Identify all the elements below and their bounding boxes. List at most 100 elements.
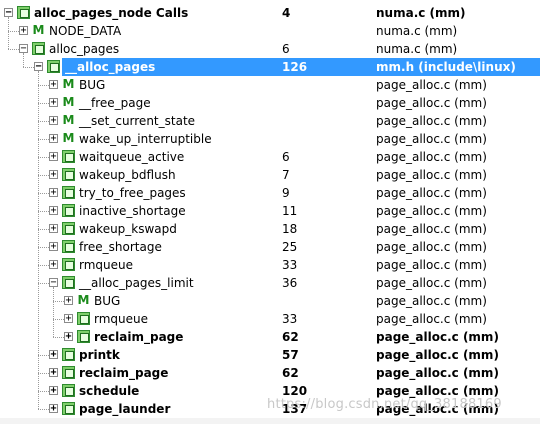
row-name: free_shortage — [79, 240, 162, 254]
row-name: reclaim_page — [94, 330, 184, 344]
tree-row[interactable]: + printk 57 page_alloc.c (mm) — [0, 346, 540, 364]
collapse-icon[interactable]: − — [4, 8, 13, 18]
tree-connector — [38, 103, 49, 104]
row-file: numa.c (mm) — [376, 24, 458, 38]
tree-row[interactable]: + M __set_current_state page_alloc.c (mm) — [0, 112, 540, 130]
tree-connector — [38, 211, 49, 212]
expand-icon[interactable]: + — [64, 296, 73, 306]
row-name: schedule — [79, 384, 140, 398]
tree-row[interactable]: + Mwake_up_interruptible page_alloc.c (mm) — [0, 130, 540, 148]
row-calls: 9 — [282, 186, 290, 200]
expand-icon[interactable]: + — [64, 332, 73, 342]
row-file: page_alloc.c (mm) — [376, 294, 487, 308]
macro-icon: M — [77, 293, 90, 307]
function-icon — [62, 384, 75, 397]
tree-row[interactable]: + waitqueue_active 6 page_alloc.c (mm) — [0, 148, 540, 166]
row-file: page_alloc.c (mm) — [376, 204, 487, 218]
tree-row[interactable]: + wakeup_kswapd 18 page_alloc.c (mm) — [0, 220, 540, 238]
collapse-icon[interactable]: − — [34, 62, 43, 72]
row-name: alloc_pages_node Calls — [34, 6, 189, 20]
tree-row[interactable]: + M NODE_DATA numa.c (mm) — [0, 22, 540, 40]
tree-connector — [53, 301, 64, 302]
row-calls: 57 — [282, 348, 299, 362]
function-icon — [62, 150, 75, 163]
expand-icon[interactable]: + — [49, 404, 58, 414]
row-file: page_alloc.c (mm) — [376, 348, 499, 362]
row-file: page_alloc.c (mm) — [376, 330, 499, 344]
tree-row[interactable]: + reclaim_page 62 page_alloc.c (mm) — [0, 364, 540, 382]
collapse-icon[interactable]: − — [19, 44, 28, 54]
expand-icon[interactable]: + — [49, 98, 58, 108]
tree-row[interactable]: + M __free_page page_alloc.c (mm) — [0, 94, 540, 112]
tree-row[interactable]: − __alloc_pages_limit 36 page_alloc.c (mm) — [0, 274, 540, 292]
expand-icon[interactable]: + — [49, 116, 58, 126]
tree-connector — [38, 193, 49, 194]
tree-connector — [38, 139, 49, 140]
tree-connector — [38, 85, 49, 86]
tree-row[interactable]: + M BUG page_alloc.c (mm) — [0, 292, 540, 310]
row-calls: 33 — [282, 258, 298, 272]
tree-guide — [53, 287, 54, 337]
tree-row[interactable]: + try_to_free_pages 9 page_alloc.c (mm) — [0, 184, 540, 202]
expand-icon[interactable]: + — [49, 224, 58, 234]
expand-icon[interactable]: + — [49, 80, 58, 90]
function-icon — [62, 258, 75, 271]
tree-row[interactable]: + inactive_shortage 11 page_alloc.c (mm) — [0, 202, 540, 220]
tree-connector — [38, 229, 49, 230]
row-name: NODE_DATA — [49, 24, 122, 38]
tree-row[interactable]: + rmqueue 33 page_alloc.c (mm) — [0, 256, 540, 274]
tree-guide — [23, 53, 24, 67]
expand-icon[interactable]: + — [49, 152, 58, 162]
expand-icon[interactable]: + — [49, 260, 58, 270]
tree-row[interactable]: + M BUG page_alloc.c (mm) — [0, 76, 540, 94]
tree-connector — [38, 409, 49, 410]
tree-row[interactable]: + wakeup_bdflush 7 page_alloc.c (mm) — [0, 166, 540, 184]
expand-icon[interactable]: + — [49, 170, 58, 180]
row-file: page_alloc.c (mm) — [376, 240, 487, 254]
row-name: BUG — [94, 294, 121, 308]
macro-icon: M — [62, 95, 75, 109]
row-file: page_alloc.c (mm) — [376, 150, 487, 164]
row-file: numa.c (mm) — [376, 42, 458, 56]
row-file: page_alloc.c (mm) — [376, 222, 487, 236]
row-name: __free_page — [79, 96, 151, 110]
row-calls: 6 — [282, 150, 290, 164]
function-icon — [62, 348, 75, 361]
row-name: page_launder — [79, 402, 171, 416]
row-calls: 6 — [282, 42, 290, 56]
tree-row[interactable]: + free_shortage 25 page_alloc.c (mm) — [0, 238, 540, 256]
row-name: wake_up_interruptible — [79, 132, 212, 146]
expand-icon[interactable]: + — [49, 350, 58, 360]
tree-row[interactable]: − __alloc_pages 126 mm.h (include\linux) — [0, 58, 540, 76]
function-icon — [32, 42, 45, 55]
row-name: inactive_shortage — [79, 204, 186, 218]
expand-icon[interactable]: + — [49, 386, 58, 396]
expand-icon[interactable]: + — [49, 188, 58, 198]
function-icon — [62, 402, 75, 415]
function-icon — [62, 186, 75, 199]
tree-row[interactable]: − alloc_pages 6 numa.c (mm) — [0, 40, 540, 58]
tree-row[interactable]: + reclaim_page 62 page_alloc.c (mm) — [0, 328, 540, 346]
expand-icon[interactable]: + — [49, 242, 58, 252]
row-file: page_alloc.c (mm) — [376, 78, 487, 92]
function-icon — [62, 168, 75, 181]
row-file: page_alloc.c (mm) — [376, 186, 487, 200]
function-icon — [47, 60, 60, 73]
tree-connector — [53, 337, 64, 338]
macro-icon: M — [32, 23, 45, 37]
tree-connector — [38, 355, 49, 356]
expand-icon[interactable]: + — [49, 368, 58, 378]
expand-icon[interactable]: + — [19, 26, 28, 36]
row-name: printk — [79, 348, 120, 362]
expand-icon[interactable]: + — [64, 314, 73, 324]
row-name: try_to_free_pages — [79, 186, 186, 200]
row-calls: 11 — [282, 204, 298, 218]
row-file: numa.c (mm) — [376, 6, 466, 20]
tree-row[interactable]: + rmqueue 33 page_alloc.c (mm) — [0, 310, 540, 328]
collapse-icon[interactable]: − — [49, 278, 58, 288]
expand-icon[interactable]: + — [49, 134, 58, 144]
tree-row[interactable]: − alloc_pages_node Calls 4 numa.c (mm) — [0, 4, 540, 22]
tree-connector — [38, 247, 49, 248]
tree-connector — [38, 157, 49, 158]
expand-icon[interactable]: + — [49, 206, 58, 216]
